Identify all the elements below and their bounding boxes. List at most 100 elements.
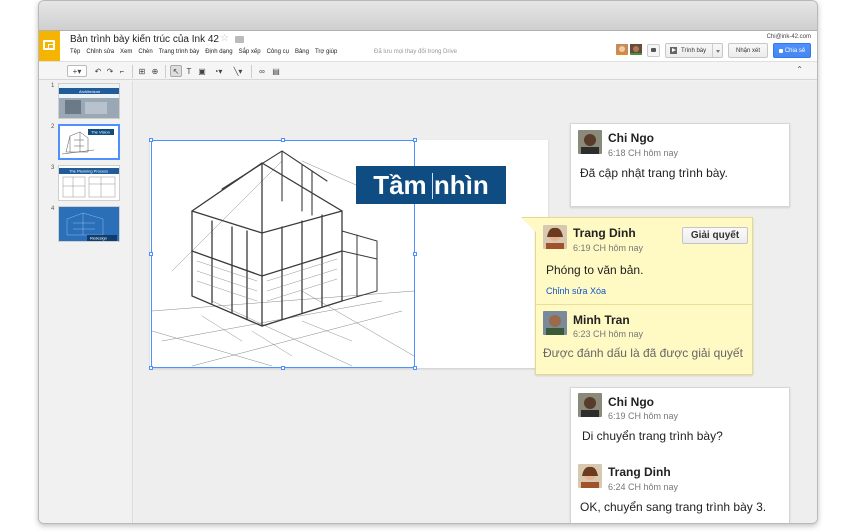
present-label: Trình bày — [681, 47, 707, 54]
paint-format-icon[interactable]: ⌐ — [117, 65, 127, 77]
slide-thumbnail-label: Redesign — [90, 236, 107, 241]
resize-handle[interactable] — [413, 138, 417, 142]
reply-author: Trang Dinh — [608, 465, 671, 479]
slide-title: Tầm nhìn — [373, 169, 489, 200]
comment-add-icon[interactable]: ▤ — [271, 65, 281, 77]
slide-title-textbox[interactable]: Tầm nhìn — [356, 166, 506, 204]
star-icon[interactable]: ☆ — [220, 33, 229, 44]
zoom-icon[interactable]: ⊕ — [150, 65, 160, 77]
comments-button[interactable]: Nhận xét — [728, 43, 768, 58]
menu-edit[interactable]: Chỉnh sửa — [86, 49, 114, 55]
browser-chrome — [39, 1, 817, 31]
menu-bar: Tệp Chỉnh sửa Xem Chèn Trang trình bày Đ… — [70, 49, 337, 55]
slide-thumbnail-label: Architecture — [79, 89, 101, 94]
reply-time: 6:24 CH hôm nay — [608, 482, 679, 492]
toolbar: +▾ ↶ ↷ ⌐ ⊞ ⊕ ↖ T ▣ ◔▾ ╲▾ ∞ ▤ ⌃ — [39, 61, 817, 80]
slide-number: 2 — [51, 124, 55, 130]
slides-logo[interactable] — [39, 31, 60, 61]
reply-text: OK, chuyển sang trang trình bày 3. — [580, 500, 767, 514]
redo-icon[interactable]: ↷ — [105, 65, 115, 77]
folder-icon[interactable] — [235, 36, 244, 43]
slide-thumbnail[interactable]: The Planning Process — [58, 165, 120, 201]
divider — [536, 304, 752, 305]
link-icon[interactable]: ∞ — [256, 65, 268, 77]
share-button[interactable]: Chia sẻ — [773, 43, 811, 58]
menu-view[interactable]: Xem — [120, 49, 132, 55]
play-icon — [670, 47, 677, 54]
menu-arrange[interactable]: Sắp xếp — [239, 49, 261, 55]
present-button[interactable]: Trình bày — [665, 43, 723, 58]
slide-thumbnail-active[interactable]: The Vision — [58, 124, 120, 160]
line-icon[interactable]: ╲▾ — [230, 65, 246, 77]
menu-slide[interactable]: Trang trình bày — [159, 49, 199, 55]
avatar — [543, 225, 567, 249]
avatar — [578, 130, 602, 154]
resize-handle[interactable] — [149, 252, 153, 256]
slide-number: 4 — [51, 206, 55, 212]
lock-icon — [778, 48, 783, 53]
slide-thumbnail-label: The Planning Process — [69, 169, 108, 174]
slide-thumbnail-label: The Vision — [91, 130, 110, 135]
undo-icon[interactable]: ↶ — [93, 65, 103, 77]
share-label: Chia sẻ — [784, 47, 806, 54]
comment-actions[interactable]: Chỉnh sửa Xóa — [546, 286, 606, 296]
menu-insert[interactable]: Chèn — [138, 49, 152, 55]
menu-file[interactable]: Tệp — [70, 49, 80, 55]
comment-time: 6:19 CH hôm nay — [573, 243, 644, 253]
app-window: Bản trình bày kiến trúc của Ink 42 ☆ Tệp… — [38, 0, 818, 524]
reply-author: Minh Tran — [573, 313, 630, 327]
comment-text: Phóng to văn bản. — [546, 263, 644, 277]
comment-text: Đã cập nhật trang trình bày. — [580, 166, 728, 180]
avatar — [578, 393, 602, 417]
reply-text: Được đánh dấu là đã được giải quyết — [543, 346, 743, 360]
avatar — [578, 464, 602, 488]
resize-handle[interactable] — [149, 138, 153, 142]
menu-tools[interactable]: Công cụ — [267, 49, 289, 55]
chevron-down-icon[interactable] — [712, 44, 722, 57]
collaborator-avatar[interactable] — [630, 43, 642, 55]
avatar — [543, 311, 567, 335]
new-slide-button[interactable]: +▾ — [67, 65, 87, 77]
text-cursor — [432, 173, 433, 199]
collapse-icon[interactable]: ⌃ — [796, 65, 803, 74]
comment-pointer — [522, 218, 536, 232]
collaborator-avatar[interactable] — [616, 43, 628, 55]
current-slide[interactable]: Tầm nhìn — [149, 138, 548, 370]
slide-thumbnail[interactable]: Architecture — [58, 83, 120, 119]
comment-card[interactable]: Chi Ngo 6:19 CH hôm nay Di chuyển trang … — [570, 387, 790, 523]
menu-format[interactable]: Định dạng — [205, 49, 232, 55]
comment-icon[interactable] — [647, 44, 660, 57]
image-icon[interactable]: ▣ — [197, 65, 207, 77]
reply-time: 6:23 CH hôm nay — [573, 329, 644, 339]
filmstrip: 1 Architecture 2 The Vision 3 The Planni… — [39, 81, 133, 523]
slides-app: Bản trình bày kiến trúc của Ink 42 ☆ Tệp… — [39, 31, 817, 523]
comment-card-active[interactable]: Trang Dinh 6:19 CH hôm nay Giải quyết Ph… — [521, 217, 753, 375]
comment-author: Trang Dinh — [573, 226, 636, 240]
user-email[interactable]: Chi@ink-42.com — [767, 34, 811, 40]
slide-number: 1 — [51, 83, 55, 89]
menu-help[interactable]: Trợ giúp — [315, 49, 337, 55]
slides-logo-icon — [43, 40, 55, 50]
comment-text: Di chuyển trang trình bày? — [582, 429, 723, 443]
menu-table[interactable]: Bảng — [295, 49, 309, 55]
comment-author: Chi Ngo — [608, 395, 654, 409]
select-icon[interactable]: ↖ — [170, 65, 182, 77]
resize-handle[interactable] — [281, 366, 285, 370]
resize-handle[interactable] — [413, 366, 417, 370]
comment-card[interactable]: Chi Ngo 6:18 CH hôm nay Đã cập nhật tran… — [570, 123, 790, 207]
resolve-button[interactable]: Giải quyết — [682, 227, 748, 244]
document-title[interactable]: Bản trình bày kiến trúc của Ink 42 — [70, 34, 219, 45]
fit-icon[interactable]: ⊞ — [137, 65, 147, 77]
textbox-icon[interactable]: T — [184, 65, 194, 77]
comment-author: Chi Ngo — [608, 131, 654, 145]
app-header: Bản trình bày kiến trúc của Ink 42 ☆ Tệp… — [39, 31, 817, 61]
resize-handle[interactable] — [149, 366, 153, 370]
slide-number: 3 — [51, 165, 55, 171]
resize-handle[interactable] — [281, 138, 285, 142]
comment-time: 6:19 CH hôm nay — [608, 411, 679, 421]
save-status: Đã lưu mọi thay đổi trong Drive — [374, 49, 458, 55]
slide-thumbnail[interactable]: Redesign — [58, 206, 120, 242]
comment-time: 6:18 CH hôm nay — [608, 148, 679, 158]
resize-handle[interactable] — [413, 252, 417, 256]
shape-icon[interactable]: ◔▾ — [210, 65, 226, 77]
